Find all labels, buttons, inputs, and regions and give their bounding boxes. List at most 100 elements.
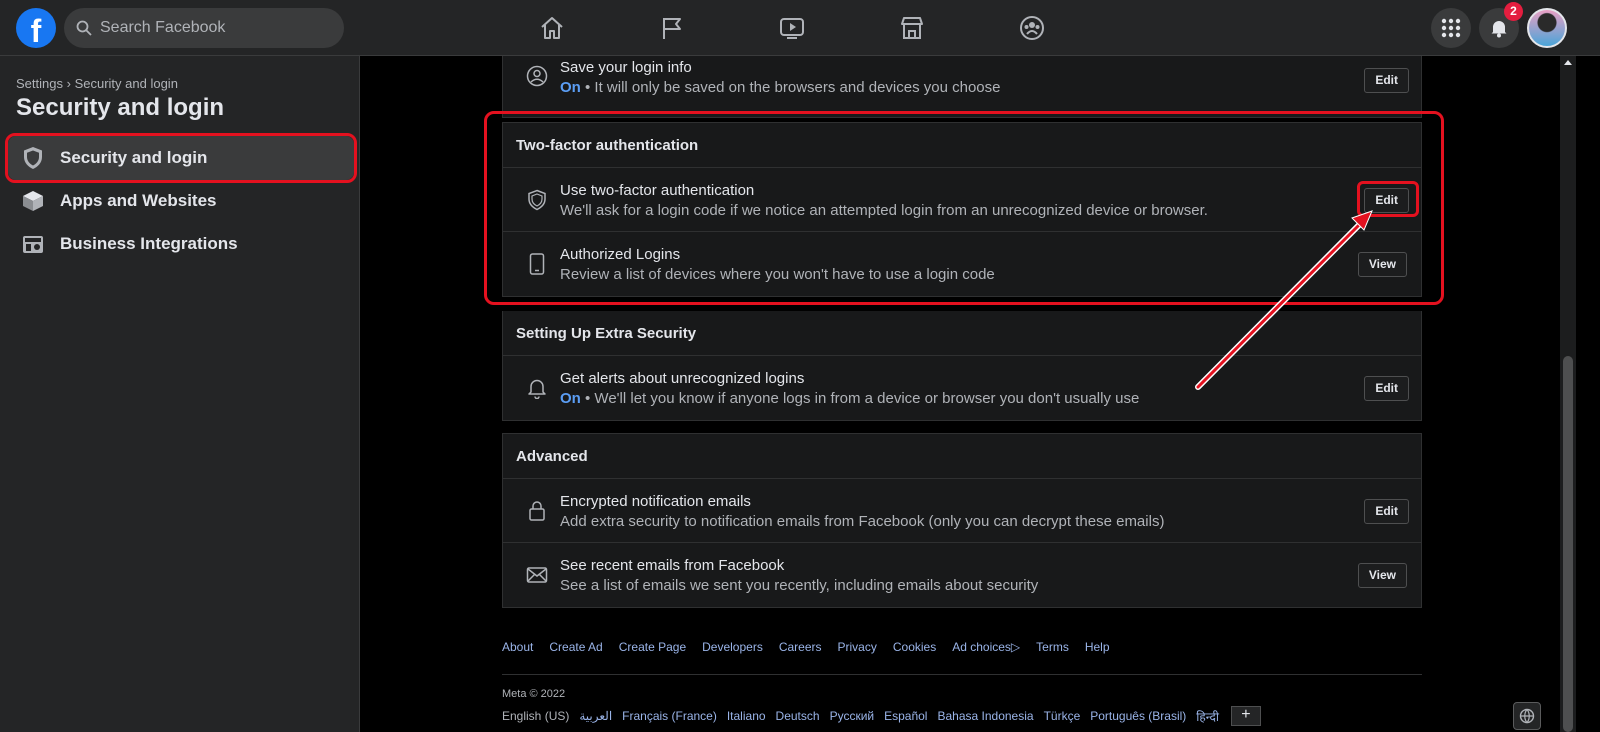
search-box[interactable] xyxy=(64,8,344,48)
scroll-up-arrow[interactable] xyxy=(1564,60,1572,65)
shield-icon xyxy=(20,145,46,171)
groups-icon[interactable] xyxy=(1014,10,1050,46)
sidebar-item-label: Business Integrations xyxy=(60,234,238,253)
footer-link-ad-choices[interactable]: Ad choices▷ xyxy=(952,640,1020,654)
bell-icon xyxy=(1491,21,1507,38)
two-factor-header: Two-factor authentication xyxy=(503,123,1421,168)
business-icon xyxy=(20,231,46,257)
more-languages-button[interactable]: + xyxy=(1230,706,1261,726)
breadcrumb-current: Security and login xyxy=(74,76,178,91)
two-factor-title: Use two-factor authentication xyxy=(560,182,755,199)
cube-icon xyxy=(20,188,46,214)
login-alerts-row: Get alerts about unrecognized logins On … xyxy=(503,356,1421,420)
footer-link-cookies[interactable]: Cookies xyxy=(893,640,936,654)
language-link[interactable]: Italiano xyxy=(727,709,766,723)
sidebar-item-business-integrations[interactable]: Business Integrations xyxy=(8,222,354,266)
facebook-logo[interactable]: f xyxy=(16,8,56,48)
top-navigation-bar: f 2 xyxy=(0,0,1600,56)
language-link[interactable]: Deutsch xyxy=(776,709,820,723)
advanced-header: Advanced xyxy=(503,434,1421,479)
login-alerts-edit-button[interactable]: Edit xyxy=(1364,376,1409,401)
footer-links: About Create Ad Create Page Developers C… xyxy=(502,640,1126,654)
login-alerts-desc-text: • We'll let you know if anyone logs in f… xyxy=(580,390,1140,407)
status-on: On xyxy=(560,79,581,96)
save-login-title: Save your login info xyxy=(560,59,692,76)
recent-emails-view-button[interactable]: View xyxy=(1357,563,1407,588)
language-link[interactable]: Türkçe xyxy=(1044,709,1081,723)
two-factor-row: Use two-factor authentication We'll ask … xyxy=(503,168,1421,232)
sidebar-item-security-and-login[interactable]: Security and login xyxy=(8,136,354,180)
save-login-edit-button[interactable]: Edit xyxy=(1364,68,1409,93)
breadcrumb-separator: › xyxy=(66,76,71,91)
encrypted-emails-edit-button[interactable]: Edit xyxy=(1364,499,1409,524)
save-login-row: Save your login info On • It will only b… xyxy=(503,56,1421,118)
recent-emails-row: See recent emails from Facebook See a li… xyxy=(503,543,1421,607)
login-alerts-description: On • We'll let you know if anyone logs i… xyxy=(560,390,1139,407)
watch-video-icon[interactable] xyxy=(774,10,810,46)
footer-divider xyxy=(502,674,1422,675)
footer-link-create-page[interactable]: Create Page xyxy=(619,640,686,654)
bell-outline-icon xyxy=(525,376,549,400)
page-title: Security and login xyxy=(16,94,225,121)
avatar[interactable] xyxy=(1527,8,1567,48)
app-root: f 2 xyxy=(0,0,1600,732)
menu-grid-icon xyxy=(1441,18,1461,38)
language-link[interactable]: हिन्दी xyxy=(1196,708,1219,725)
footer-link-careers[interactable]: Careers xyxy=(779,640,822,654)
authorized-logins-row: Authorized Logins Review a list of devic… xyxy=(503,232,1421,296)
login-alerts-title: Get alerts about unrecognized logins xyxy=(560,370,805,387)
scroll-thumb[interactable] xyxy=(1563,356,1573,732)
notifications-badge: 2 xyxy=(1504,2,1523,21)
footer-link-privacy[interactable]: Privacy xyxy=(838,640,877,654)
footer-link-help[interactable]: Help xyxy=(1085,640,1110,654)
marketplace-icon[interactable] xyxy=(894,10,930,46)
encrypted-emails-title: Encrypted notification emails xyxy=(560,493,751,510)
menu-grid-button[interactable] xyxy=(1431,8,1471,48)
language-link[interactable]: Português (Brasil) xyxy=(1090,709,1186,723)
main-scrollbar[interactable] xyxy=(1560,56,1576,732)
language-link[interactable]: Français (France) xyxy=(622,709,717,723)
breadcrumb-root[interactable]: Settings xyxy=(16,76,63,91)
language-link[interactable]: العربية xyxy=(579,709,612,723)
language-link[interactable]: Bahasa Indonesia xyxy=(937,709,1033,723)
encrypted-emails-row: Encrypted notification emails Add extra … xyxy=(503,479,1421,543)
pages-flag-icon[interactable] xyxy=(654,10,690,46)
authorized-logins-title: Authorized Logins xyxy=(560,246,681,263)
footer-link-create-ad[interactable]: Create Ad xyxy=(549,640,602,654)
search-input[interactable] xyxy=(100,19,320,37)
sidebar-item-label: Apps and Websites xyxy=(60,191,217,210)
extra-security-header: Setting Up Extra Security xyxy=(503,311,1421,356)
settings-sidebar: Settings › Security and login Security a… xyxy=(0,56,360,732)
authorized-logins-description: Review a list of devices where you won't… xyxy=(560,266,995,283)
save-login-description: On • It will only be saved on the browse… xyxy=(560,79,1001,96)
shield-outline-icon xyxy=(525,188,549,212)
footer-link-terms[interactable]: Terms xyxy=(1036,640,1069,654)
language-link[interactable]: Español xyxy=(884,709,927,723)
notifications-button[interactable]: 2 xyxy=(1479,2,1523,48)
footer-link-developers[interactable]: Developers xyxy=(702,640,763,654)
home-icon[interactable] xyxy=(534,10,570,46)
authorized-logins-view-button[interactable]: View xyxy=(1357,252,1407,277)
person-circle-icon xyxy=(525,64,549,88)
two-factor-edit-button[interactable]: Edit xyxy=(1364,188,1409,213)
status-on: On xyxy=(560,390,581,407)
envelope-icon xyxy=(525,563,549,587)
current-language: English (US) xyxy=(502,709,570,723)
save-login-desc-text: • It will only be saved on the browsers … xyxy=(580,79,1001,96)
sidebar-item-apps-and-websites[interactable]: Apps and Websites xyxy=(8,179,354,223)
extra-security-card: Setting Up Extra Security Get alerts abo… xyxy=(502,311,1422,421)
breadcrumb: Settings › Security and login xyxy=(16,76,178,91)
encrypted-emails-description: Add extra security to notification email… xyxy=(560,513,1165,530)
search-icon xyxy=(76,20,92,36)
help-globe-button[interactable] xyxy=(1513,702,1541,730)
copyright: Meta © 2022 xyxy=(502,688,566,700)
settings-main-content: Save your login info On • It will only b… xyxy=(361,56,1560,732)
language-link[interactable]: Русский xyxy=(830,709,875,723)
recent-emails-title: See recent emails from Facebook xyxy=(560,557,785,574)
sidebar-item-label: Security and login xyxy=(60,148,208,167)
advanced-card: Advanced Encrypted notification emails A… xyxy=(502,433,1422,608)
lock-icon xyxy=(525,499,549,523)
footer-link-about[interactable]: About xyxy=(502,640,533,654)
phone-icon xyxy=(525,252,549,276)
two-factor-card: Two-factor authentication Use two-factor… xyxy=(502,122,1422,297)
